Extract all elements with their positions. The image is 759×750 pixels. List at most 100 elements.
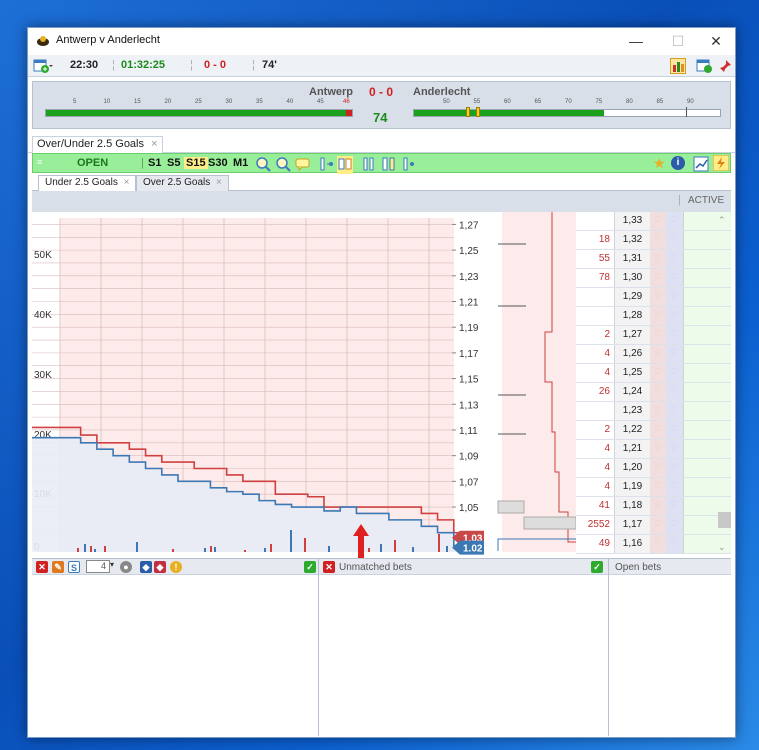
zoom-in-icon[interactable] — [255, 156, 271, 175]
tab-close-icon[interactable]: × — [124, 177, 130, 188]
ladder-row[interactable]: 4 1,20 ♡ ♡ — [576, 459, 731, 478]
record-icon[interactable]: ● — [120, 561, 132, 573]
ladder-icon[interactable] — [401, 156, 417, 175]
ladder-row[interactable]: 2552 1,17 ♡ ♡ — [576, 516, 731, 535]
tab-over[interactable]: Over 2.5 Goals × — [136, 175, 229, 191]
minimize-button[interactable]: — — [626, 32, 646, 50]
ladder-back-cell[interactable]: ♡ — [650, 231, 666, 249]
ladder-row[interactable]: 4 1,21 ♡ ♡ — [576, 440, 731, 459]
new-window-icon[interactable] — [696, 58, 712, 74]
ladder-row[interactable]: 1,29 ♡ ♡ — [576, 288, 731, 307]
shield-red-icon[interactable]: ◆ — [154, 561, 166, 573]
pin-icon[interactable] — [717, 58, 733, 74]
shield-blue-icon[interactable]: ◆ — [140, 561, 152, 573]
ladder-lay-cell[interactable]: ♡ — [666, 535, 683, 553]
ladder-row[interactable]: 4 1,26 ♡ ♡ — [576, 345, 731, 364]
lightning-icon[interactable] — [712, 154, 730, 174]
ladder-back-cell[interactable]: ♡ — [650, 516, 666, 534]
ladder-back-cell[interactable]: ♡ — [650, 326, 666, 344]
ladder-row[interactable]: 49 1,16 ♡ ♡ — [576, 535, 731, 554]
ladder-row[interactable]: 78 1,30 ♡ ♡ — [576, 269, 731, 288]
ladder-back-cell[interactable]: ♡ — [650, 478, 666, 496]
ladder-lay-cell[interactable]: ♡ — [666, 402, 683, 420]
interval-s1[interactable]: S1 — [148, 157, 161, 169]
comment-icon[interactable] — [295, 157, 311, 174]
pencil-icon[interactable]: ✎ — [52, 561, 64, 573]
ladder-back-cell[interactable]: ♡ — [650, 421, 666, 439]
stake-input[interactable]: 4 — [86, 560, 110, 573]
ladder-lay-cell[interactable]: ♡ — [666, 497, 683, 515]
ladder-lay-cell[interactable]: ♡ — [666, 383, 683, 401]
interval-s5[interactable]: S5 — [167, 157, 180, 169]
ladder-row[interactable]: 41 1,18 ♡ ♡ — [576, 497, 731, 516]
ladder-back-cell[interactable]: ♡ — [650, 459, 666, 477]
columns-alt-icon[interactable] — [381, 156, 397, 175]
ladder-lay-cell[interactable]: ♡ — [666, 288, 683, 306]
ladder-back-cell[interactable]: ♡ — [650, 440, 666, 458]
ladder-row[interactable]: 26 1,24 ♡ ♡ — [576, 383, 731, 402]
ladder-lay-cell[interactable]: ♡ — [666, 326, 683, 344]
tab-close-icon[interactable]: × — [151, 138, 157, 150]
scroll-up-icon[interactable]: ⌃ — [718, 215, 726, 226]
close-button[interactable]: ✕ — [706, 32, 726, 50]
scroll-down-icon[interactable]: ⌄ — [718, 542, 726, 553]
ladder-row[interactable]: 2 1,22 ♡ ♡ — [576, 421, 731, 440]
ladder-back-cell[interactable]: ♡ — [650, 288, 666, 306]
ladder-lay-cell[interactable]: ♡ — [666, 516, 683, 534]
checkbox-icon[interactable]: ✓ — [304, 561, 316, 573]
ladder-row[interactable]: 4 1,19 ♡ ♡ — [576, 478, 731, 497]
ladder-scrollbar[interactable] — [718, 512, 731, 528]
tab-over-under[interactable]: Over/Under 2.5 Goals × — [32, 136, 163, 153]
close-pane-icon[interactable]: ✕ — [323, 561, 335, 573]
warning-icon[interactable]: ! — [170, 561, 182, 573]
ladder-lay-cell[interactable]: ♡ — [666, 231, 683, 249]
ladder-lay-cell[interactable]: ♡ — [666, 459, 683, 477]
ladder-row[interactable]: 18 1,32 ♡ ♡ — [576, 231, 731, 250]
ladder-back-cell[interactable]: ♡ — [650, 535, 666, 553]
ladder-row[interactable]: 55 1,31 ♡ ♡ — [576, 250, 731, 269]
bar-compare-icon[interactable] — [337, 156, 353, 175]
interval-s30[interactable]: S30 — [208, 157, 228, 169]
interval-m1[interactable]: M1 — [233, 157, 248, 169]
bar-left-icon[interactable] — [319, 156, 335, 175]
tab-close-icon[interactable]: × — [216, 177, 222, 188]
ladder-lay-cell[interactable]: ♡ — [666, 478, 683, 496]
ladder-row[interactable]: 1,33 ♡ ♡ — [576, 212, 731, 231]
zoom-out-icon[interactable] — [275, 156, 291, 175]
ladder-row[interactable]: 1,23 ♡ ♡ — [576, 402, 731, 421]
price-chart[interactable]: 50K40K30K20K10K01,271,251,231,211,191,17… — [32, 212, 576, 558]
ladder-lay-cell[interactable]: ♡ — [666, 440, 683, 458]
ladder-back-cell[interactable]: ♡ — [650, 269, 666, 287]
maximize-button[interactable]: ☐ — [668, 32, 688, 50]
ladder-lay-cell[interactable]: ♡ — [666, 250, 683, 268]
chart-icon[interactable] — [693, 156, 709, 175]
ladder-back-cell[interactable]: ♡ — [650, 212, 666, 230]
ladder-row[interactable]: 2 1,27 ♡ ♡ — [576, 326, 731, 345]
ladder-lay-cell[interactable]: ♡ — [666, 364, 683, 382]
ladder-back-cell[interactable]: ♡ — [650, 307, 666, 325]
ladder-lay-cell[interactable]: ♡ — [666, 421, 683, 439]
ladder-back-cell[interactable]: ♡ — [650, 497, 666, 515]
favourite-star-icon[interactable]: ★ — [653, 156, 666, 170]
add-market-icon[interactable] — [33, 58, 53, 74]
ladder-back-cell[interactable]: ♡ — [650, 345, 666, 363]
info-icon[interactable]: i — [671, 156, 685, 170]
ladder-row[interactable]: 4 1,25 ♡ ♡ — [576, 364, 731, 383]
close-pane-icon[interactable]: ✕ — [36, 561, 48, 573]
ladder-lay-cell[interactable]: ♡ — [666, 307, 683, 325]
stake-s-icon[interactable]: S — [68, 561, 80, 573]
columns-icon[interactable] — [361, 156, 377, 175]
ladder-lay-cell[interactable]: ♡ — [666, 212, 683, 230]
ladder-back-cell[interactable]: ♡ — [650, 402, 666, 420]
ladder-back-cell[interactable]: ♡ — [650, 250, 666, 268]
ladder-back-cell[interactable]: ♡ — [650, 364, 666, 382]
ladder-back-cell[interactable]: ♡ — [650, 383, 666, 401]
interval-s15[interactable]: S15 — [184, 157, 208, 169]
ladder-lay-cell[interactable]: ♡ — [666, 269, 683, 287]
tab-under[interactable]: Under 2.5 Goals × — [38, 175, 137, 191]
ladder-row[interactable]: 1,28 ♡ ♡ — [576, 307, 731, 326]
collapse-icon[interactable]: ≡ — [37, 157, 42, 167]
stake-dropdown-icon[interactable]: ▾ — [110, 560, 114, 569]
checkbox-icon[interactable]: ✓ — [591, 561, 603, 573]
stats-chart-icon[interactable] — [670, 58, 686, 74]
